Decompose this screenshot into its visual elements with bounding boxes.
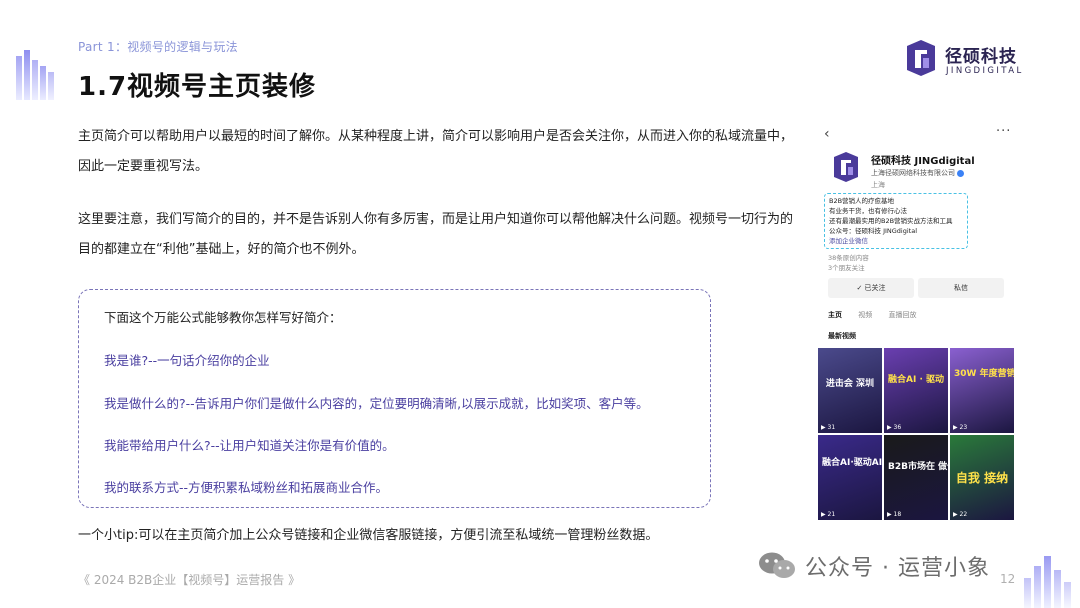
footer-report-name: 《 2024 B2B企业【视频号】运营报告 》 [78,573,301,587]
bio-line: 有业务干货，也有修行心法 [829,207,907,215]
video-tile-count: ▶ 18 [887,511,902,518]
tab-live-replay[interactable]: 直播回放 [888,311,916,319]
profile-bio: B2B营销人的疗愈基地 有业务干货，也有修行心法 还有最潮最实用的B2B营销实战… [824,193,968,249]
video-tile-caption: 融合AI·驱动AI [822,458,882,468]
video-tile-caption: 融合AI · 驱动 [888,375,944,385]
video-tile-caption: B2B市场在 做什么 [888,462,948,472]
profile-tabs: 主页 视频 直播回放 [828,310,930,320]
page-title: 1.7视频号主页装修 [78,72,317,102]
note-paragraph: 这里要注意，我们写简介的目的，并不是告诉别人你有多厉害，而是让用户知道你可以帮他… [78,212,794,257]
friends-following: 3个朋友关注 [828,264,865,272]
video-tile-count: ▶ 21 [821,511,836,518]
video-tile[interactable]: 融合AI·驱动AI ▶ 21 [818,435,882,520]
back-icon[interactable]: ‹ [824,126,830,142]
formula-item: 我能带给用户什么?--让用户知道关注你是有价值的。 [104,438,395,453]
intro-paragraph: 主页简介可以帮助用户以最短的时间了解你。从某种程度上讲，简介可以影响用户是否会关… [78,129,794,174]
video-tile-caption: 自我 接纳 [955,471,1009,485]
avatar [831,152,861,182]
decorative-bars-icon [16,50,54,100]
logo-name-en: JINGDIGITAL [946,66,1024,76]
decorative-bars-bottom-icon [1024,556,1071,608]
video-tile[interactable]: 进击会 深圳 ▶ 31 [818,348,882,433]
phone-profile-mockup: ‹ ··· 径硕科技 JINGdigital 上海径硕网络科技有限公司 上海 B… [818,124,1014,522]
company-text: 上海径硕网络科技有限公司 [871,169,955,177]
verified-icon [957,169,964,177]
page-number: 12 [1000,572,1016,586]
video-tile[interactable]: B2B市场在 做什么 ▶ 18 [884,435,948,520]
video-tile-count: ▶ 36 [887,424,902,431]
logo-mark-icon [907,40,935,76]
video-tile[interactable]: 融合AI · 驱动 ▶ 36 [884,348,948,433]
tip-text: 一个小tip:可以在主页简介加上公众号链接和企业微信客服链接，方便引流至私域统一… [78,528,659,543]
video-tile-count: ▶ 31 [821,424,836,431]
more-icon[interactable]: ··· [996,124,1011,139]
wechat-icon [759,552,795,578]
formula-box: 下面这个万能公式能够教你怎样写好简介： 我是谁?--一句话介绍你的企业 我是做什… [78,289,711,508]
company-name: 上海径硕网络科技有限公司 [871,168,964,178]
account-location: 上海 [871,181,885,189]
bio-line: B2B营销人的疗愈基地 [829,197,895,205]
logo-name-cn: 径硕科技 [945,47,1017,67]
video-grid: 进击会 深圳 ▶ 31 融合AI · 驱动 ▶ 36 30W 年度营销 ▶ 23… [818,348,1014,520]
formula-intro: 下面这个万能公式能够教你怎样写好简介： [104,310,342,325]
add-wecom-link[interactable]: 添加企业微信 [829,236,963,246]
video-tile-caption: 30W 年度营销 [954,369,1014,379]
brand-logo: 径硕科技 JINGDIGITAL [903,40,1043,80]
video-tile-caption: 进击会 深圳 [825,379,875,389]
watermark-text: 公众号 · 运营小象 [805,556,990,581]
slide-page: Part 1：视频号的逻辑与玩法 1.7视频号主页装修 径硕科技 JINGDIG… [0,0,1080,608]
video-tile[interactable]: 30W 年度营销 ▶ 23 [950,348,1014,433]
video-tile-count: ▶ 23 [953,424,968,431]
account-name: 径硕科技 JINGdigital [871,156,975,167]
formula-item: 我是谁?--一句话介绍你的企业 [104,353,270,368]
tab-home[interactable]: 主页 [828,311,842,319]
formula-item: 我的联系方式--方便积累私域粉丝和拓展商业合作。 [104,480,389,495]
tab-videos[interactable]: 视频 [858,311,872,319]
bio-line: 还有最潮最实用的B2B营销实战方法和工具 [829,217,953,225]
bio-line: 公众号：径硕科技 JINGdigital [829,227,918,235]
followed-button[interactable]: ✓ 已关注 [828,278,914,298]
message-button[interactable]: 私信 [918,278,1004,298]
original-count: 38条原创内容 [828,254,869,262]
latest-videos-title: 最新视频 [828,332,856,340]
formula-item: 我是做什么的?--告诉用户你们是做什么内容的，定位要明确清晰,以展示成就，比如奖… [104,396,649,411]
video-tile[interactable]: 自我 接纳 ▶ 22 [950,435,1014,520]
video-tile-count: ▶ 22 [953,511,968,518]
part-label: Part 1：视频号的逻辑与玩法 [78,40,238,54]
